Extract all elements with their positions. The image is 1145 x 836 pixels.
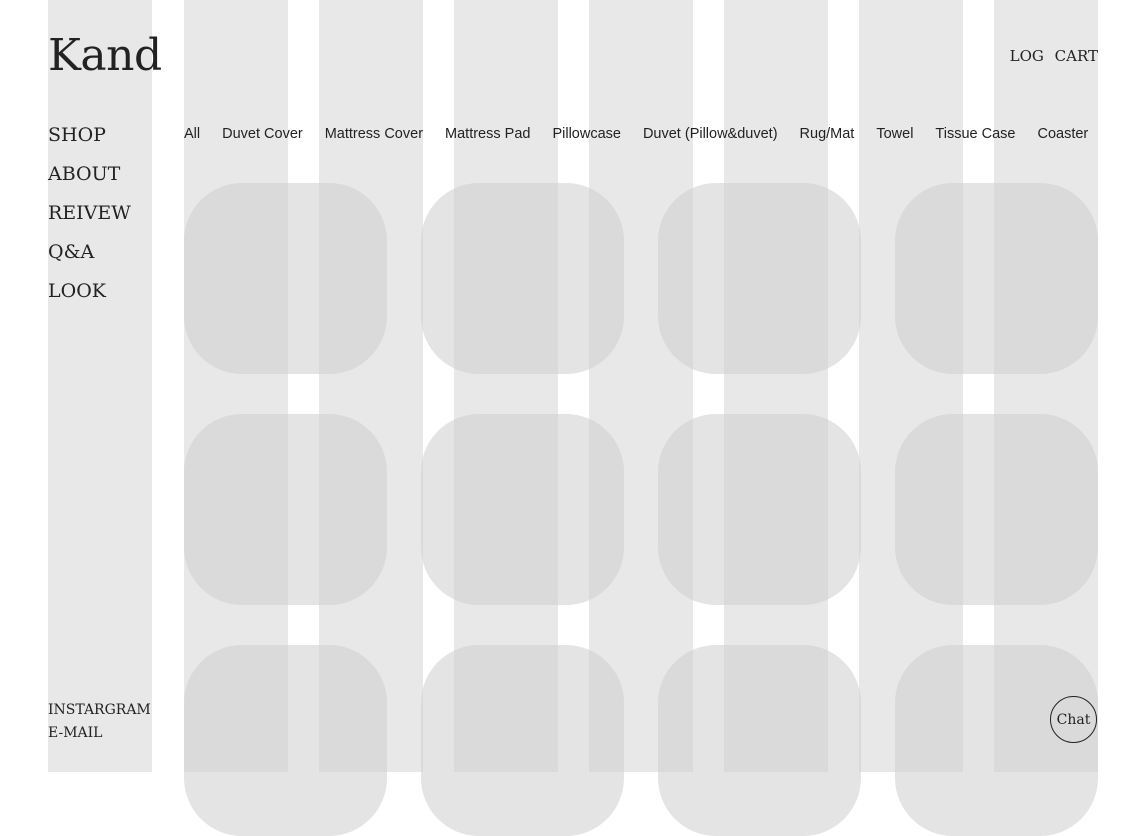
side-nav-item-about[interactable]: ABOUT xyxy=(48,163,131,202)
product-card[interactable] xyxy=(421,183,624,374)
category-tab-rug-mat[interactable]: Rug/Mat xyxy=(800,126,855,142)
category-tab-towel[interactable]: Towel xyxy=(876,126,913,142)
category-tab-mattress-pad[interactable]: Mattress Pad xyxy=(445,126,530,142)
product-card[interactable] xyxy=(895,414,1098,605)
product-card[interactable] xyxy=(895,183,1098,374)
side-nav: SHOP ABOUT REIVEW Q&A LOOK xyxy=(48,124,131,319)
category-tab-tissue-case[interactable]: Tissue Case xyxy=(935,126,1015,142)
product-card[interactable] xyxy=(421,645,624,836)
product-card[interactable] xyxy=(184,645,387,836)
product-grid xyxy=(184,183,1098,836)
product-card[interactable] xyxy=(658,645,861,836)
category-tab-duvet-set[interactable]: Duvet (Pillow&duvet) xyxy=(643,126,778,142)
grid-column xyxy=(48,0,152,772)
chat-button[interactable]: Chat xyxy=(1050,696,1097,743)
category-tab-mattress-cover[interactable]: Mattress Cover xyxy=(325,126,423,142)
product-card[interactable] xyxy=(658,414,861,605)
category-tab-duvet-cover[interactable]: Duvet Cover xyxy=(222,126,303,142)
category-tabs: All Duvet Cover Mattress Cover Mattress … xyxy=(184,126,1088,142)
product-card[interactable] xyxy=(184,414,387,605)
product-card[interactable] xyxy=(421,414,624,605)
category-tab-pillowcase[interactable]: Pillowcase xyxy=(552,126,621,142)
category-tab-all[interactable]: All xyxy=(184,126,200,142)
email-link[interactable]: E-MAIL xyxy=(48,722,151,745)
instagram-link[interactable]: INSTARGRAM xyxy=(48,699,151,722)
category-tab-coaster[interactable]: Coaster xyxy=(1037,126,1088,142)
login-link[interactable]: LOG xyxy=(1010,47,1044,65)
brand-logo[interactable]: Kand xyxy=(48,30,162,81)
cart-link[interactable]: CART xyxy=(1055,47,1098,65)
side-nav-item-look[interactable]: LOOK xyxy=(48,280,131,319)
side-nav-item-qa[interactable]: Q&A xyxy=(48,241,131,280)
product-card[interactable] xyxy=(184,183,387,374)
side-nav-item-review[interactable]: REIVEW xyxy=(48,202,131,241)
header-links: LOG CART xyxy=(1004,47,1098,65)
product-card[interactable] xyxy=(658,183,861,374)
side-footer: INSTARGRAM E-MAIL xyxy=(48,699,151,745)
side-nav-item-shop[interactable]: SHOP xyxy=(48,124,131,163)
